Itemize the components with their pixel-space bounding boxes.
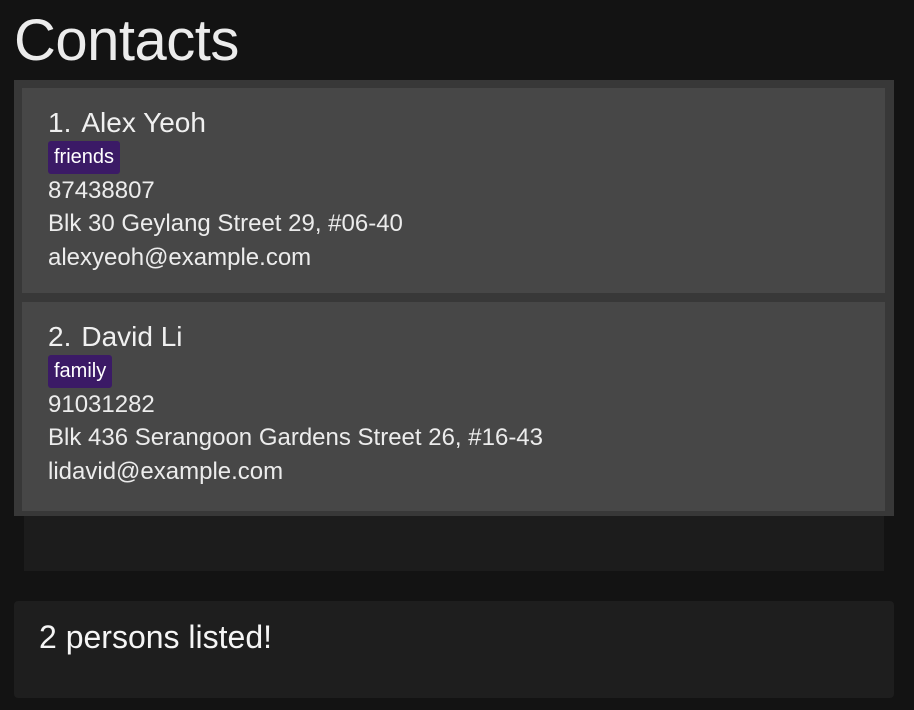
- list-empty-area: [24, 516, 884, 571]
- person-index: 1.: [48, 107, 72, 138]
- result-display: 2 persons listed!: [14, 601, 894, 698]
- page-title: Contacts: [14, 8, 239, 73]
- tag-badge: friends: [48, 141, 121, 174]
- app-window: Contacts 1. Alex Yeoh friends 87438807 Bl…: [0, 0, 914, 710]
- tag-badge: family: [48, 355, 113, 388]
- person-address: Blk 436 Serangoon Gardens Street 26, #16…: [48, 424, 543, 451]
- person-phone: 87438807: [48, 177, 155, 204]
- person-email: lidavid@example.com: [48, 458, 284, 485]
- person-name: 1. Alex Yeoh: [48, 106, 206, 140]
- person-name-text: Alex Yeoh: [81, 107, 206, 138]
- person-name-text: David Li: [81, 321, 183, 352]
- person-email: alexyeoh@example.com: [48, 244, 312, 271]
- person-index: 2.: [48, 321, 72, 352]
- person-name: 2. David Li: [48, 320, 183, 354]
- person-address: Blk 30 Geylang Street 29, #06-40: [48, 210, 403, 237]
- result-message: 2 persons listed!: [39, 619, 273, 655]
- person-phone: 91031282: [48, 391, 155, 418]
- person-card[interactable]: 1. Alex Yeoh friends 87438807 Blk 30 Geyl…: [22, 88, 885, 293]
- person-card[interactable]: 2. David Li family 91031282 Blk 436 Seran…: [22, 302, 885, 511]
